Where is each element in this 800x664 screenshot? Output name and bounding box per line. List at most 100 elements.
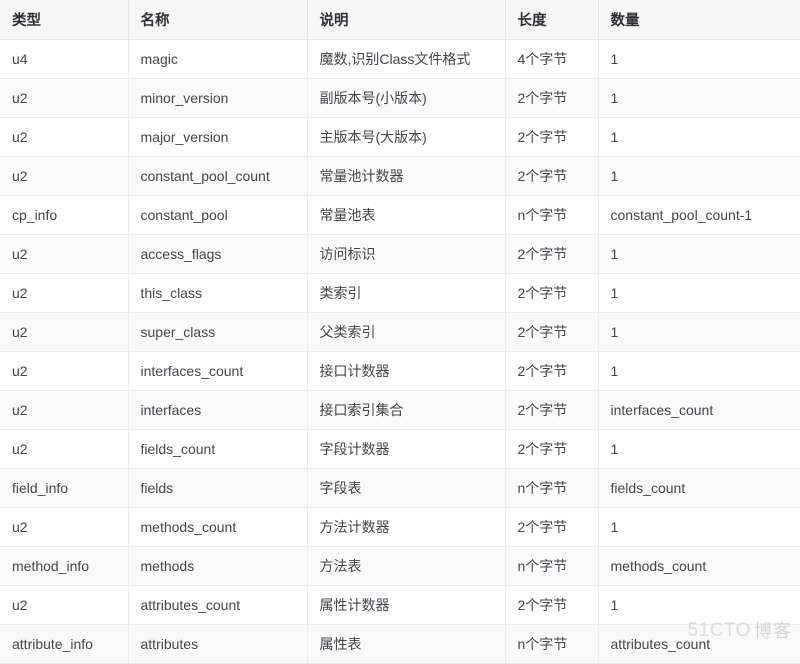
cell-name: interfaces [128, 390, 308, 430]
table-row: u2 interfaces_count 接口计数器 2个字节 1 [0, 351, 800, 391]
cell-length: n个字节 [505, 546, 599, 586]
cell-type: u2 [0, 78, 129, 118]
screenshot-root: 类型 名称 说明 长度 数量 u4 magic 魔数,识别Class文件格式 4个字节… [0, 0, 800, 664]
cell-name: major_version [128, 117, 308, 157]
cell-name: constant_pool_count [128, 156, 308, 196]
cell-name: methods_count [128, 507, 308, 547]
cell-length: 2个字节 [505, 351, 599, 391]
cell-type: method_info [0, 546, 129, 586]
cell-count: attributes_count [598, 624, 800, 664]
table-row: u4 magic 魔数,识别Class文件格式 4个字节 1 [0, 39, 800, 79]
cell-length: 2个字节 [505, 390, 599, 430]
table-row: u2 access_flags 访问标识 2个字节 1 [0, 234, 800, 274]
cell-length: 2个字节 [505, 273, 599, 313]
cell-count: 1 [598, 78, 800, 118]
cell-type: u2 [0, 156, 129, 196]
cell-type: u2 [0, 312, 129, 352]
cell-desc: 父类索引 [307, 312, 506, 352]
class-file-structure-table: 类型 名称 说明 长度 数量 u4 magic 魔数,识别Class文件格式 4个字节… [0, 0, 800, 664]
cell-desc: 魔数,识别Class文件格式 [307, 39, 506, 79]
cell-length: 2个字节 [505, 585, 599, 625]
table-header: 类型 名称 说明 长度 数量 [0, 0, 800, 40]
table-header-row: 类型 名称 说明 长度 数量 [0, 0, 800, 40]
cell-length: 2个字节 [505, 312, 599, 352]
cell-count: 1 [598, 585, 800, 625]
cell-name: magic [128, 39, 308, 79]
cell-name: fields [128, 468, 308, 508]
cell-count: 1 [598, 312, 800, 352]
table-row: method_info methods 方法表 n个字节 methods_count [0, 546, 800, 586]
cell-name: minor_version [128, 78, 308, 118]
cell-type: u2 [0, 234, 129, 274]
table-row: u2 super_class 父类索引 2个字节 1 [0, 312, 800, 352]
cell-desc: 主版本号(大版本) [307, 117, 506, 157]
cell-count: methods_count [598, 546, 800, 586]
cell-type: u4 [0, 39, 129, 79]
column-header-length: 长度 [505, 0, 599, 40]
cell-count: constant_pool_count-1 [598, 195, 800, 235]
cell-length: n个字节 [505, 468, 599, 508]
table-row: u2 minor_version 副版本号(小版本) 2个字节 1 [0, 78, 800, 118]
cell-name: constant_pool [128, 195, 308, 235]
cell-name: super_class [128, 312, 308, 352]
cell-name: fields_count [128, 429, 308, 469]
cell-desc: 方法表 [307, 546, 506, 586]
cell-type: u2 [0, 390, 129, 430]
cell-count: 1 [598, 117, 800, 157]
cell-count: 1 [598, 156, 800, 196]
table-row: field_info fields 字段表 n个字节 fields_count [0, 468, 800, 508]
table-row: u2 this_class 类索引 2个字节 1 [0, 273, 800, 313]
cell-length: n个字节 [505, 195, 599, 235]
column-header-name: 名称 [128, 0, 308, 40]
cell-desc: 副版本号(小版本) [307, 78, 506, 118]
table-row: u2 methods_count 方法计数器 2个字节 1 [0, 507, 800, 547]
cell-count: interfaces_count [598, 390, 800, 430]
cell-type: cp_info [0, 195, 129, 235]
cell-name: this_class [128, 273, 308, 313]
cell-type: u2 [0, 507, 129, 547]
cell-name: access_flags [128, 234, 308, 274]
column-header-type: 类型 [0, 0, 129, 40]
column-header-count: 数量 [598, 0, 800, 40]
table-body: u4 magic 魔数,识别Class文件格式 4个字节 1 u2 minor_versio… [0, 39, 800, 664]
table-row: u2 attributes_count 属性计数器 2个字节 1 [0, 585, 800, 625]
cell-type: u2 [0, 351, 129, 391]
cell-type: attribute_info [0, 624, 129, 664]
cell-name: attributes_count [128, 585, 308, 625]
cell-desc: 接口计数器 [307, 351, 506, 391]
cell-length: 2个字节 [505, 117, 599, 157]
cell-desc: 接口索引集合 [307, 390, 506, 430]
table-row: u2 interfaces 接口索引集合 2个字节 interfaces_count [0, 390, 800, 430]
cell-length: 2个字节 [505, 234, 599, 274]
cell-length: n个字节 [505, 624, 599, 664]
cell-desc: 方法计数器 [307, 507, 506, 547]
cell-name: methods [128, 546, 308, 586]
table-row: cp_info constant_pool 常量池表 n个字节 constant_poo… [0, 195, 800, 235]
cell-count: 1 [598, 273, 800, 313]
cell-desc: 属性计数器 [307, 585, 506, 625]
cell-desc: 类索引 [307, 273, 506, 313]
cell-desc: 字段表 [307, 468, 506, 508]
cell-count: 1 [598, 234, 800, 274]
cell-name: attributes [128, 624, 308, 664]
table-row: u2 constant_pool_count 常量池计数器 2个字节 1 [0, 156, 800, 196]
cell-desc: 字段计数器 [307, 429, 506, 469]
cell-desc: 访问标识 [307, 234, 506, 274]
table-row: u2 major_version 主版本号(大版本) 2个字节 1 [0, 117, 800, 157]
cell-type: u2 [0, 117, 129, 157]
cell-desc: 常量池计数器 [307, 156, 506, 196]
table-row: attribute_info attributes 属性表 n个字节 attribute… [0, 624, 800, 664]
cell-count: 1 [598, 351, 800, 391]
table-row: u2 fields_count 字段计数器 2个字节 1 [0, 429, 800, 469]
cell-length: 2个字节 [505, 429, 599, 469]
column-header-desc: 说明 [307, 0, 506, 40]
cell-length: 4个字节 [505, 39, 599, 79]
cell-type: u2 [0, 585, 129, 625]
cell-type: u2 [0, 429, 129, 469]
cell-desc: 常量池表 [307, 195, 506, 235]
cell-count: 1 [598, 507, 800, 547]
cell-desc: 属性表 [307, 624, 506, 664]
cell-type: u2 [0, 273, 129, 313]
cell-count: 1 [598, 39, 800, 79]
cell-count: fields_count [598, 468, 800, 508]
